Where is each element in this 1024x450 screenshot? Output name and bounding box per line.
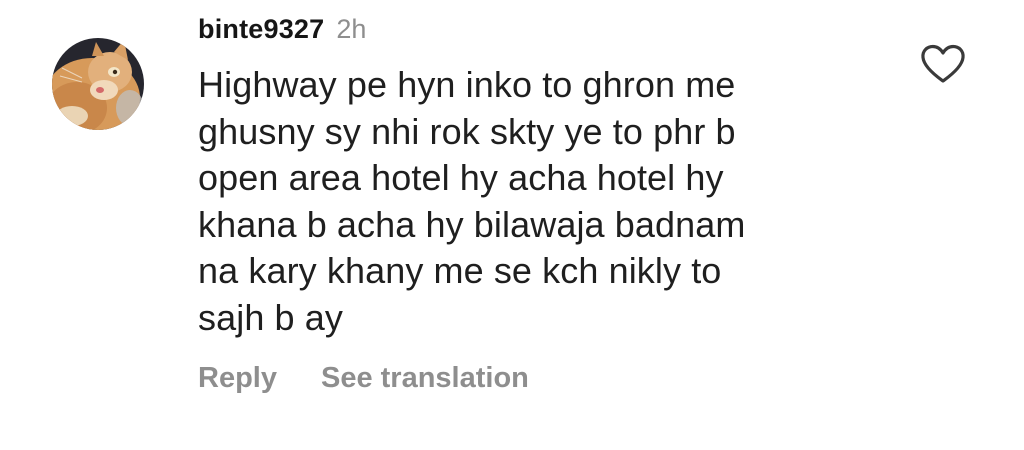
see-translation-button[interactable]: See translation: [321, 362, 529, 395]
heart-outline-icon: [921, 44, 965, 83]
comment-item: binte9327 2h Highway pe hyn inko to ghro…: [0, 0, 1024, 450]
comment-line: na kary khany me se kch nikly to: [198, 250, 722, 291]
comment-line: Highway pe hyn inko to ghron me: [198, 64, 736, 105]
timestamp: 2h: [336, 14, 367, 44]
comment-line: open area hotel hy acha hotel hy: [198, 157, 724, 198]
comment-line: ghusny sy nhi rok skty ye to phr b: [198, 110, 736, 152]
like-button[interactable]: [920, 44, 966, 84]
comment-header: binte9327 2h: [198, 14, 366, 54]
username[interactable]: binte9327: [198, 14, 324, 45]
cat-avatar-image: [52, 38, 144, 130]
comment-line: sajh b ay: [198, 296, 343, 338]
comment-text: Highway pe hyn inko to ghron me ghusny s…: [198, 62, 838, 341]
comment-actions: Reply See translation: [198, 362, 529, 395]
avatar[interactable]: [52, 38, 144, 130]
reply-button[interactable]: Reply: [198, 362, 277, 395]
comment-line: khana b acha hy bilawaja badnam: [198, 203, 746, 245]
